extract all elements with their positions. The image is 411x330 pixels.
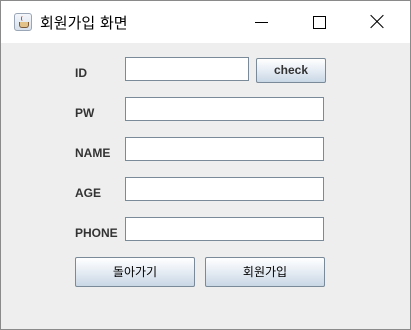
id-label: ID <box>75 66 87 80</box>
pw-field[interactable] <box>125 97 324 121</box>
phone-field[interactable] <box>125 217 324 241</box>
name-field[interactable] <box>125 137 324 161</box>
minimize-button[interactable] <box>239 1 285 43</box>
id-field[interactable] <box>125 57 249 81</box>
phone-label: PHONE <box>75 226 118 240</box>
check-button[interactable]: check <box>256 58 326 83</box>
age-field[interactable] <box>125 177 324 201</box>
name-label: NAME <box>75 146 111 160</box>
close-icon <box>370 15 384 29</box>
signup-button[interactable]: 회원가입 <box>205 257 325 287</box>
signup-window: 회원가입 화면 ID check PW NAME AGE PHONE 돌아가기 … <box>0 0 411 330</box>
minimize-icon <box>255 22 268 23</box>
title-bar[interactable]: 회원가입 화면 <box>1 1 410 43</box>
close-button[interactable] <box>354 1 400 43</box>
back-button[interactable]: 돌아가기 <box>75 257 195 287</box>
cup-shape <box>19 22 29 28</box>
window-title: 회원가입 화면 <box>40 14 128 32</box>
maximize-button[interactable] <box>297 1 343 43</box>
age-label: AGE <box>75 186 102 200</box>
maximize-icon <box>313 16 326 29</box>
pw-label: PW <box>75 106 95 120</box>
java-cup-icon <box>14 13 32 31</box>
steam-shape <box>21 16 25 21</box>
